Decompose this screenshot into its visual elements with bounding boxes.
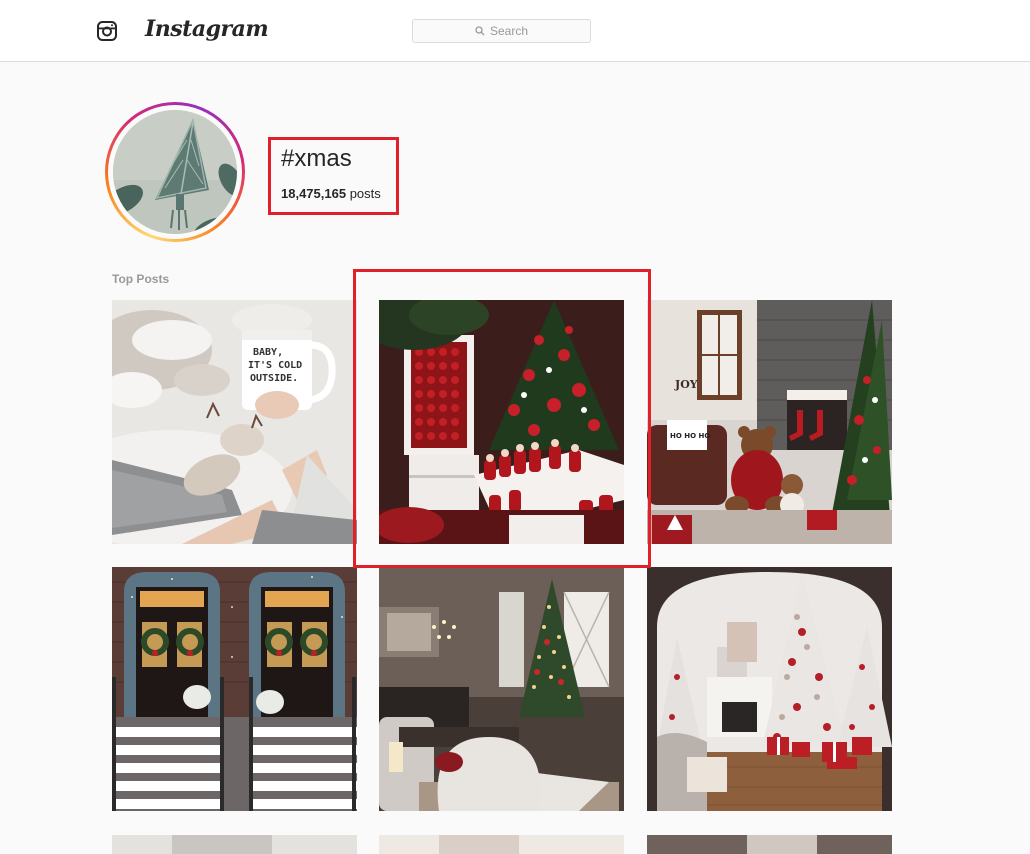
post-thumbnail-2[interactable] bbox=[379, 300, 624, 544]
post-thumbnail-7[interactable] bbox=[112, 835, 357, 854]
post-count: 18,475,165 posts bbox=[281, 186, 381, 201]
hashtag-avatar[interactable] bbox=[105, 102, 245, 242]
top-navigation-bar: Instagram Search bbox=[0, 0, 1030, 62]
ho-pillow: HO HO HO bbox=[670, 432, 710, 440]
mug-text-2: IT'S COLD bbox=[248, 360, 302, 371]
joy-sign: JOY bbox=[674, 378, 698, 391]
post-thumbnail-9[interactable] bbox=[647, 835, 892, 854]
post-thumbnail-1[interactable]: BABY, IT'S COLD OUTSIDE. bbox=[112, 300, 357, 544]
hashtag-avatar-image bbox=[113, 110, 237, 234]
hashtag-header-highlight: #xmas 18,475,165 posts bbox=[268, 137, 399, 215]
search-icon bbox=[475, 26, 485, 36]
post-thumbnail-5[interactable] bbox=[379, 567, 624, 811]
instagram-glyph-icon[interactable] bbox=[97, 21, 117, 41]
mug-text-3: OUTSIDE. bbox=[250, 373, 298, 384]
post-thumbnail-6[interactable] bbox=[647, 567, 892, 811]
instagram-wordmark[interactable]: Instagram bbox=[145, 16, 269, 42]
hashtag-title: #xmas bbox=[281, 145, 352, 172]
post-thumbnail-8[interactable] bbox=[379, 835, 624, 854]
search-placeholder: Search bbox=[489, 24, 529, 38]
post-thumbnail-4[interactable] bbox=[112, 567, 357, 811]
post-count-suffix: posts bbox=[346, 186, 381, 201]
post-thumbnail-3[interactable]: JOY HO HO HO bbox=[647, 300, 892, 544]
search-input[interactable]: Search bbox=[412, 19, 591, 43]
mug-text-1: BABY, bbox=[253, 347, 283, 358]
top-posts-label: Top Posts bbox=[112, 272, 170, 286]
post-count-number: 18,475,165 bbox=[281, 186, 347, 201]
